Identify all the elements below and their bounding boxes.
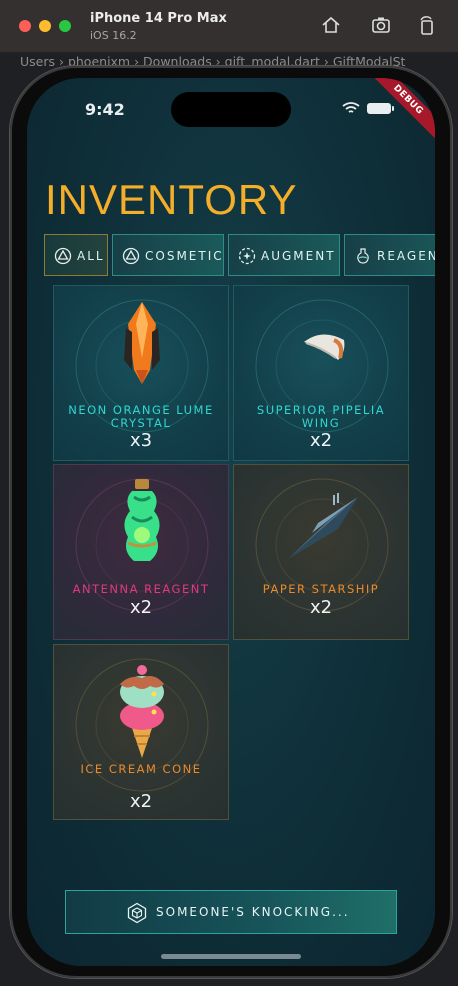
inventory-item-card[interactable]: ICE CREAM CONE x2 [53,644,229,820]
inventory-item-card[interactable]: NEON ORANGE LUME CRYSTAL x3 [53,285,229,461]
home-indicator[interactable] [161,954,301,959]
device-name: iPhone 14 Pro Max [90,11,227,26]
item-quantity: x2 [309,597,333,618]
item-name: ANTENNA REAGENT [72,582,210,596]
rotate-icon[interactable] [416,14,438,36]
tab-reagent[interactable]: REAGENT [344,234,435,276]
item-name: PAPER STARSHIP [262,582,380,596]
triangle-hex-icon [122,247,140,265]
hex-cube-icon [127,902,147,924]
tab-all[interactable]: ALL [44,234,108,276]
dynamic-island [171,92,291,127]
button-label: SOMEONE'S KNOCKING... [156,905,350,919]
close-window-button[interactable] [19,20,31,32]
reagent-flask-icon [124,479,160,561]
app-screen: 9:42 DEBUG INVENTORY ALL COSMETIC AUGMEN… [27,78,435,966]
status-time: 9:42 [85,100,125,119]
tab-cosmetic[interactable]: COSMETIC [112,234,224,276]
page-title: INVENTORY [45,176,298,223]
tab-label: COSMETIC [145,249,224,263]
inventory-item-card[interactable]: SUPERIOR PIPELIA WING x2 [233,285,409,461]
item-name: NEON ORANGE LUME CRYSTAL [68,403,214,430]
inventory-item-card[interactable]: PAPER STARSHIP x2 [233,464,409,640]
item-quantity: x3 [129,430,153,451]
tab-label: ALL [77,249,105,263]
lume-crystal-icon [124,302,160,384]
item-quantity: x2 [129,791,153,812]
minimize-window-button[interactable] [39,20,51,32]
sparkle-gear-icon [238,247,256,265]
wifi-battery-icon [342,102,394,114]
item-quantity: x2 [309,430,333,451]
tab-label: AUGMENT [261,249,336,263]
triangle-hex-icon [54,247,72,265]
home-icon[interactable] [320,14,342,36]
simulator-titlebar: iPhone 14 Pro Max iOS 16.2 [0,0,458,53]
someones-knocking-button[interactable]: SOMEONE'S KNOCKING... [65,890,397,934]
screenshot-icon[interactable] [370,14,392,36]
item-quantity: x2 [129,597,153,618]
item-name: SUPERIOR PIPELIA WING [256,403,386,430]
item-name: ICE CREAM CONE [80,762,202,776]
pipelia-wing-icon [304,334,345,360]
ice-cream-cone-icon [120,665,164,758]
potion-icon [354,247,372,265]
os-version: iOS 16.2 [90,29,137,42]
tab-label: REAGENT [377,249,435,263]
category-tabs: ALL COSMETIC AUGMENT REAGENT [44,234,435,278]
tab-augment[interactable]: AUGMENT [228,234,340,276]
inventory-item-card[interactable]: ANTENNA REAGENT x2 [53,464,229,640]
zoom-window-button[interactable] [59,20,71,32]
paper-starship-icon [288,493,358,559]
